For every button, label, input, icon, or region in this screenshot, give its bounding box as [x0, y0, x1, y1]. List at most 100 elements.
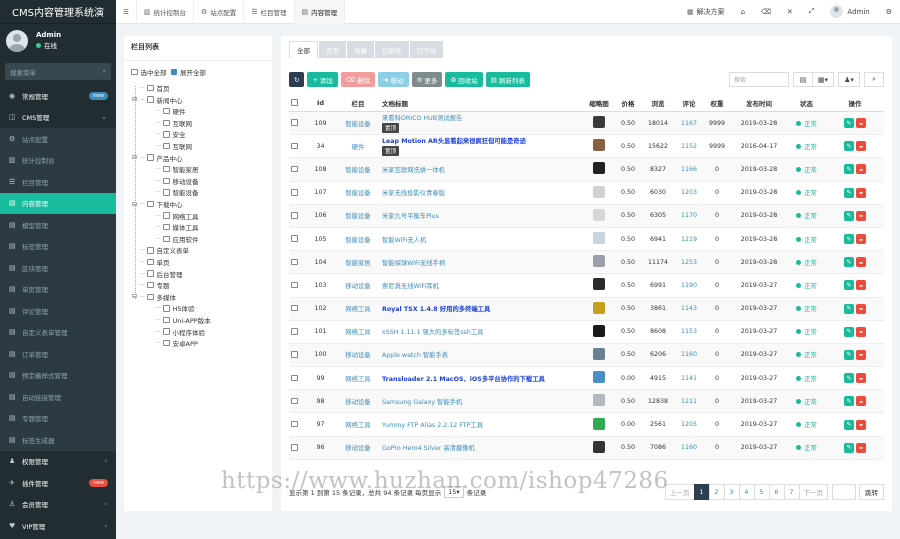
- sidebar-item[interactable]: ▤ 区块管理: [0, 257, 116, 279]
- tree-node[interactable]: — 互联网: [148, 118, 192, 128]
- delete-row-button[interactable]: ▬: [856, 141, 866, 152]
- sidebar-item[interactable]: ♟ 权限管理 ‹: [0, 450, 116, 472]
- row-comments-link[interactable]: 1141: [675, 375, 703, 382]
- sidebar-item[interactable]: ▤ 订单管理: [0, 343, 116, 365]
- row-comments-link[interactable]: 1205: [675, 421, 703, 428]
- refresh-button[interactable]: ↻: [289, 72, 305, 87]
- delete-row-button[interactable]: ▬: [856, 349, 866, 360]
- page-jump-input[interactable]: [832, 484, 856, 500]
- table-search-input[interactable]: 搜索: [729, 72, 789, 87]
- row-channel-link[interactable]: 智能设备: [338, 235, 378, 244]
- edit-button[interactable]: ✎: [844, 257, 854, 268]
- tree-node-checkbox[interactable]: [163, 142, 170, 150]
- row-checkbox[interactable]: [291, 374, 298, 382]
- row-comments-link[interactable]: 1143: [675, 305, 703, 312]
- move-button[interactable]: ➜ 移动: [378, 72, 409, 87]
- row-channel-link[interactable]: 移动设备: [338, 443, 378, 452]
- edit-button[interactable]: ✎: [844, 326, 854, 337]
- row-checkbox[interactable]: [291, 304, 298, 312]
- row-title-link[interactable]: 智能WiFi无人机: [382, 235, 583, 244]
- tree-node[interactable]: — 后台管理: [132, 269, 183, 279]
- tree-node-checkbox[interactable]: [163, 131, 170, 138]
- edit-button[interactable]: ✎: [844, 349, 854, 360]
- tree-node-checkbox[interactable]: [163, 165, 170, 173]
- edit-button[interactable]: ✎: [844, 118, 854, 129]
- tree-node[interactable]: — 专题: [132, 280, 170, 290]
- menu-toggle-button[interactable]: ☰: [116, 0, 137, 24]
- fullscreen-button[interactable]: ⤢: [801, 0, 823, 24]
- delete-row-button[interactable]: ▬: [856, 396, 866, 407]
- row-channel-link[interactable]: 移动设备: [338, 397, 378, 406]
- page-number-button[interactable]: 4: [738, 484, 755, 500]
- page-number-button[interactable]: 3: [723, 484, 740, 500]
- row-channel-link[interactable]: 智能设备: [338, 188, 378, 197]
- tree-node[interactable]: — 智能设备: [148, 187, 199, 197]
- add-button[interactable]: + 添加: [307, 72, 338, 87]
- tree-node[interactable]: — 硬件: [148, 106, 186, 116]
- tree-node-checkbox[interactable]: [147, 281, 154, 289]
- row-title-link[interactable]: GoPro Hero4 Silver 高清摄像机: [382, 443, 583, 452]
- sidebar-item[interactable]: ▤ 评论管理: [0, 300, 116, 322]
- translate-button[interactable]: ✕: [779, 0, 801, 24]
- edit-button[interactable]: ✎: [844, 442, 854, 453]
- tree-node-checkbox[interactable]: [147, 247, 154, 254]
- tree-node-checkbox[interactable]: [163, 305, 170, 312]
- tab-2[interactable]: ⚙ 站点配置: [194, 0, 245, 24]
- sidebar-item[interactable]: ▤ 标签管理: [0, 235, 116, 257]
- row-channel-link[interactable]: 网络工具: [338, 327, 378, 336]
- tree-node-checkbox[interactable]: [163, 235, 170, 243]
- header-weight[interactable]: 权重: [703, 98, 731, 108]
- row-title-link[interactable]: 米家互联网洗烘一体机: [382, 165, 583, 174]
- tree-node[interactable]: ⊟ — 产品中心: [132, 153, 183, 163]
- row-thumbnail[interactable]: [593, 417, 605, 430]
- delete-row-button[interactable]: ▬: [856, 164, 866, 175]
- page-number-button[interactable]: 5: [753, 484, 770, 500]
- row-checkbox[interactable]: [291, 444, 298, 451]
- row-thumbnail[interactable]: [593, 232, 605, 245]
- sidebar-item[interactable]: ▤ 自动链接管理: [0, 386, 116, 408]
- sidebar-item[interactable]: ▤ 预定義样式管理: [0, 364, 116, 386]
- tree-node[interactable]: — 智能家居: [148, 164, 199, 174]
- row-title-link[interactable]: Yummy FTP Alias 2.2.12 FTP工具: [382, 420, 583, 429]
- row-title-link[interactable]: 米家九号平衡车Plus: [382, 211, 583, 220]
- row-channel-link[interactable]: 智能设备: [338, 211, 378, 220]
- sidebar-item[interactable]: ▤ 模型管理: [0, 214, 116, 236]
- tree-node[interactable]: — 安卓APP: [148, 338, 198, 348]
- row-title-link[interactable]: 索尼真无线WiFi耳机: [382, 281, 583, 290]
- next-page-button[interactable]: 下一页: [798, 484, 828, 500]
- header-date[interactable]: 发布时间: [731, 98, 787, 108]
- delete-row-button[interactable]: ▬: [856, 442, 866, 453]
- sidebar-item[interactable]: ▤ 内容管理: [0, 192, 116, 214]
- page-number-button[interactable]: 6: [768, 484, 785, 500]
- tab-3[interactable]: ☰ 栏目管理: [244, 0, 295, 24]
- page-number-button[interactable]: 1: [693, 484, 710, 500]
- header-id[interactable]: Id: [303, 99, 338, 107]
- delete-row-button[interactable]: ▬: [856, 234, 866, 245]
- page-number-button[interactable]: 2: [708, 484, 725, 500]
- row-channel-link[interactable]: 网络工具: [338, 374, 378, 383]
- sidebar-item[interactable]: ♥ VIP管理 ‹: [0, 515, 116, 537]
- row-channel-link[interactable]: 智能设备: [338, 165, 378, 174]
- tree-node-checkbox[interactable]: [147, 200, 154, 208]
- row-checkbox[interactable]: [291, 420, 298, 428]
- status-tab[interactable]: 全部: [289, 41, 318, 58]
- row-thumbnail[interactable]: [593, 162, 605, 175]
- tree-node-checkbox[interactable]: [147, 96, 154, 103]
- row-comments-link[interactable]: 1170: [675, 212, 703, 219]
- sidebar-item[interactable]: ⚙ 站点配置: [0, 128, 116, 150]
- row-comments-link[interactable]: 1190: [675, 282, 703, 289]
- row-thumbnail[interactable]: [593, 440, 605, 453]
- edit-button[interactable]: ✎: [844, 234, 854, 245]
- delete-row-button[interactable]: ▬: [856, 326, 866, 337]
- status-tab[interactable]: 已拒绝: [375, 41, 409, 58]
- edit-button[interactable]: ✎: [844, 303, 854, 314]
- delete-button[interactable]: ⌫ 删除: [340, 72, 376, 87]
- row-thumbnail[interactable]: [593, 116, 605, 129]
- row-checkbox[interactable]: [291, 397, 298, 405]
- header-comments[interactable]: 评论: [675, 98, 703, 108]
- header-views[interactable]: 浏览: [641, 98, 675, 108]
- edit-button[interactable]: ✎: [844, 373, 854, 384]
- row-checkbox[interactable]: [291, 328, 298, 335]
- edit-button[interactable]: ✎: [844, 280, 854, 291]
- tree-node[interactable]: — 首页: [132, 83, 170, 93]
